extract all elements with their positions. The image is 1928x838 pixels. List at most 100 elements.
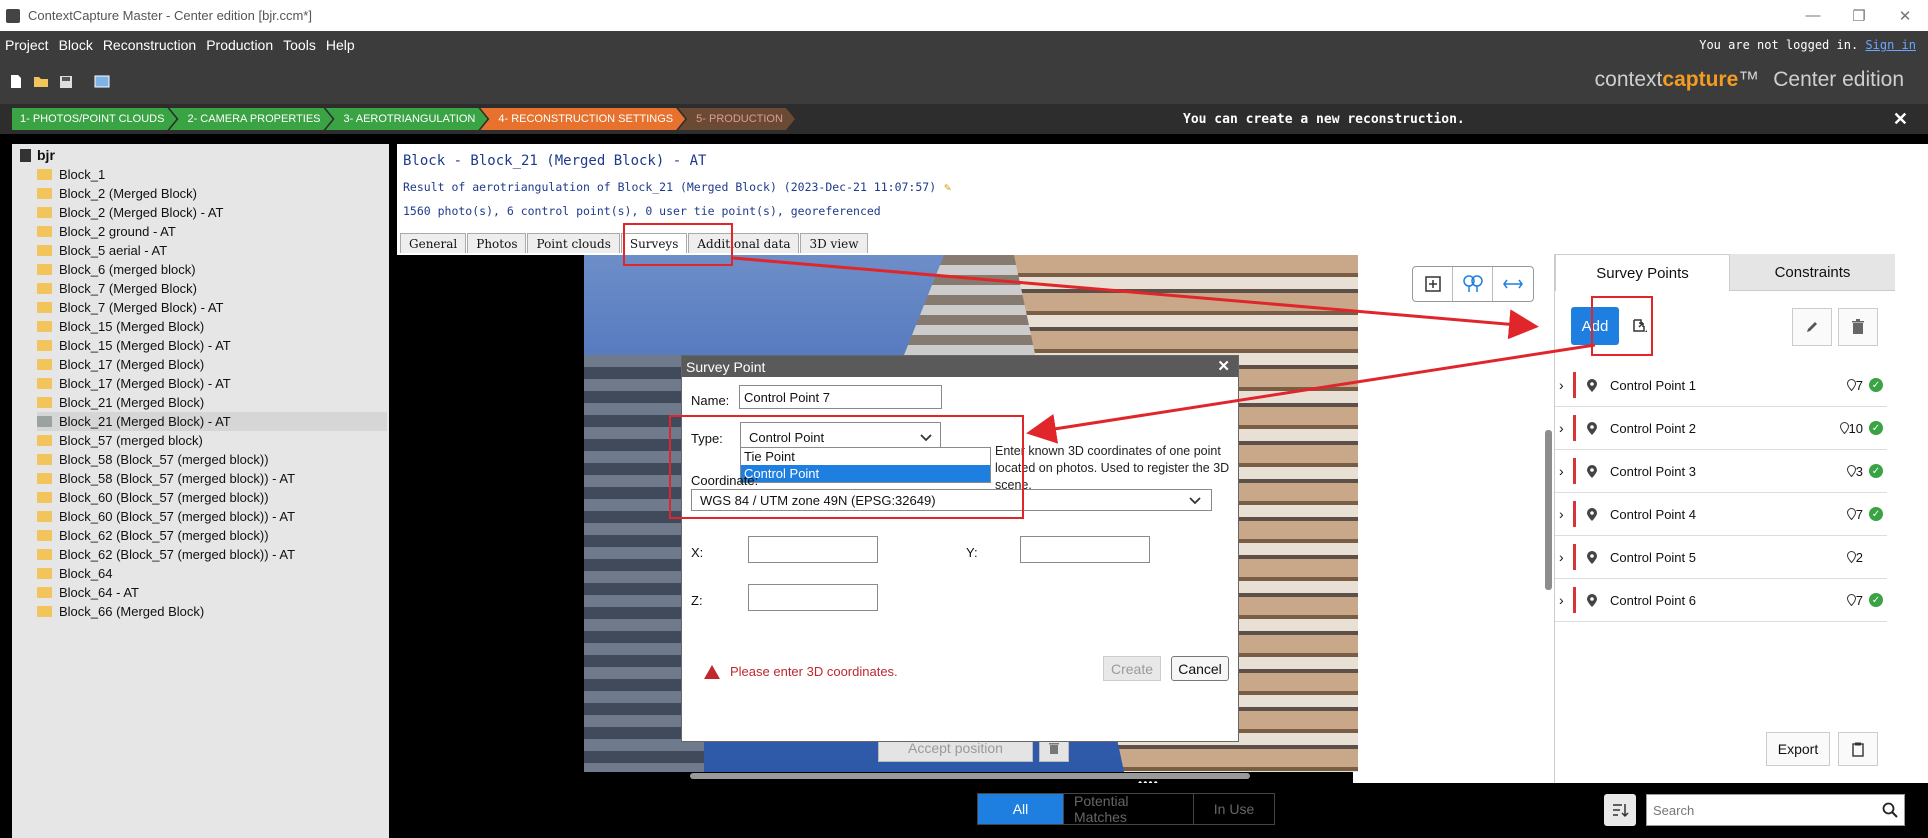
tab-survey-points[interactable]: Survey Points (1555, 254, 1730, 291)
tree-root[interactable]: bjr (20, 147, 55, 163)
menu-help[interactable]: Help (321, 37, 360, 53)
map-pin-icon (1586, 464, 1598, 478)
tree-item[interactable]: Block_60 (Block_57 (merged block)) - AT (37, 507, 387, 526)
tree-item[interactable]: Block_58 (Block_57 (merged block)) - AT (37, 469, 387, 488)
new-file-icon[interactable] (7, 73, 25, 91)
step-camera-properties[interactable]: 2- CAMERA PROPERTIES (169, 108, 332, 130)
tree-item[interactable]: Block_15 (Merged Block) (37, 317, 387, 336)
tab-constraints[interactable]: Constraints (1730, 254, 1895, 291)
viewer-vertical-scrollbar[interactable] (1545, 430, 1552, 590)
tree-item[interactable]: Block_64 - AT (37, 583, 387, 602)
fit-view-icon[interactable] (1413, 267, 1453, 301)
name-field[interactable]: Control Point 7 (739, 385, 942, 409)
check-icon: ✓ (1869, 507, 1883, 521)
cancel-button[interactable]: Cancel (1171, 656, 1229, 681)
survey-point-row[interactable]: › Control Point 1 7 ✓ (1555, 364, 1887, 407)
expand-chevron-icon[interactable]: › (1555, 420, 1573, 436)
tree-item[interactable]: Block_17 (Merged Block) (37, 355, 387, 374)
tree-item[interactable]: Block_64 (37, 564, 387, 583)
open-folder-icon[interactable] (32, 73, 50, 91)
tree-item[interactable]: Block_2 (Merged Block) (37, 184, 387, 203)
viewer-horizontal-scrollbar[interactable] (690, 773, 1250, 779)
tree-item[interactable]: Block_2 (Merged Block) - AT (37, 203, 387, 222)
step-reconstruction-settings[interactable]: 4- RECONSTRUCTION SETTINGS (480, 108, 685, 130)
survey-point-row[interactable]: › Control Point 4 7 ✓ (1555, 493, 1887, 536)
coordinate-warning: Please enter 3D coordinates. (704, 664, 898, 679)
menu-block[interactable]: Block (54, 37, 98, 53)
map-pin-icon (1586, 378, 1598, 392)
minimize-button[interactable]: — (1790, 0, 1836, 31)
tree-item[interactable]: Block_62 (Block_57 (merged block)) - AT (37, 545, 387, 564)
tab-general[interactable]: General (400, 233, 467, 253)
measurement-count-value: 7 (1855, 592, 1863, 608)
block-result: Result of aerotriangulation of Block_21 … (403, 180, 951, 194)
expand-chevron-icon[interactable]: › (1555, 549, 1573, 565)
menu-production[interactable]: Production (201, 37, 278, 53)
dialog-close-icon[interactable]: ✕ (1217, 357, 1230, 375)
expand-chevron-icon[interactable]: › (1555, 506, 1573, 522)
search-box (1646, 794, 1905, 826)
tree-item[interactable]: Block_5 aerial - AT (37, 241, 387, 260)
workflow-close-icon[interactable]: ✕ (1893, 109, 1908, 130)
export-button[interactable]: Export (1766, 732, 1830, 766)
measure-icon[interactable] (1493, 267, 1533, 301)
measurement-count: 10 (1839, 421, 1863, 436)
expand-chevron-icon[interactable]: › (1555, 377, 1573, 393)
restore-button[interactable]: ❐ (1836, 0, 1882, 31)
tree-item[interactable]: Block_21 (Merged Block) (37, 393, 387, 412)
survey-point-list: › Control Point 1 7 ✓ › Control Point 2 10 ✓ › Co… (1555, 364, 1887, 622)
survey-point-row[interactable]: › Control Point 6 7 ✓ (1555, 579, 1887, 622)
expand-chevron-icon[interactable]: › (1555, 463, 1573, 479)
folder-icon (37, 226, 52, 237)
dialog-title: Survey Point (686, 358, 766, 375)
delete-trash-button[interactable] (1838, 308, 1878, 346)
tree-item[interactable]: Block_58 (Block_57 (merged block)) (37, 450, 387, 469)
monitor-icon[interactable] (93, 73, 111, 91)
tree-item[interactable]: Block_60 (Block_57 (merged block)) (37, 488, 387, 507)
tree-item-label: Block_60 (Block_57 (merged block)) (59, 490, 269, 505)
tree-item[interactable]: Block_66 (Merged Block) (37, 602, 387, 621)
step-photos[interactable]: 1- PHOTOS/POINT CLOUDS (12, 108, 176, 130)
survey-point-row[interactable]: › Control Point 3 3 ✓ (1555, 450, 1887, 493)
tree-item[interactable]: Block_15 (Merged Block) - AT (37, 336, 387, 355)
filter-potential-matches[interactable]: Potential Matches (1064, 793, 1194, 825)
tree-item[interactable]: Block_2 ground - AT (37, 222, 387, 241)
sign-in-link[interactable]: Sign in (1865, 38, 1916, 52)
tree-item[interactable]: Block_6 (merged block) (37, 260, 387, 279)
survey-point-row[interactable]: › Control Point 5 2 (1555, 536, 1887, 579)
tree-item[interactable]: Block_57 (merged block) (37, 431, 387, 450)
tree-item-label: Block_1 (59, 167, 106, 182)
menu-tools[interactable]: Tools (278, 37, 321, 53)
tree-item[interactable]: Block_7 (Merged Block) (37, 279, 387, 298)
tree-item[interactable]: Block_21 (Merged Block) - AT (37, 412, 387, 431)
tree-item[interactable]: Block_1 (37, 165, 387, 184)
tab-point-clouds[interactable]: Point clouds (527, 233, 620, 253)
tree-item[interactable]: Block_7 (Merged Block) - AT (37, 298, 387, 317)
search-icon[interactable] (1876, 802, 1904, 818)
save-icon[interactable] (57, 73, 75, 91)
step-production[interactable]: 5- PRODUCTION (678, 108, 795, 130)
search-input[interactable] (1653, 802, 1876, 818)
tab-photos[interactable]: Photos (467, 233, 527, 253)
y-input[interactable] (1020, 536, 1150, 563)
filter-all[interactable]: All (978, 794, 1064, 824)
pin-count-icon (1846, 594, 1856, 606)
x-input[interactable] (748, 536, 878, 563)
create-button[interactable]: Create (1103, 656, 1161, 681)
close-window-button[interactable]: ✕ (1882, 0, 1928, 31)
clipboard-icon[interactable] (1838, 732, 1878, 766)
expand-chevron-icon[interactable]: › (1555, 592, 1573, 608)
survey-point-row[interactable]: › Control Point 2 10 ✓ (1555, 407, 1887, 450)
tree-item[interactable]: Block_62 (Block_57 (merged block)) (37, 526, 387, 545)
menu-project[interactable]: Project (0, 37, 54, 53)
menu-reconstruction[interactable]: Reconstruction (98, 37, 201, 53)
edit-pencil-button[interactable] (1792, 308, 1832, 346)
step-aerotriangulation[interactable]: 3- AEROTRIANGULATION (326, 108, 488, 130)
tree-item[interactable]: Block_17 (Merged Block) - AT (37, 374, 387, 393)
show-points-icon[interactable] (1453, 267, 1493, 301)
filter-in-use[interactable]: In Use (1194, 794, 1274, 824)
edit-pencil-icon[interactable]: ✎ (944, 180, 951, 194)
tab-3d-view[interactable]: 3D view (800, 233, 868, 253)
z-input[interactable] (748, 584, 878, 611)
sort-icon[interactable] (1604, 794, 1636, 826)
